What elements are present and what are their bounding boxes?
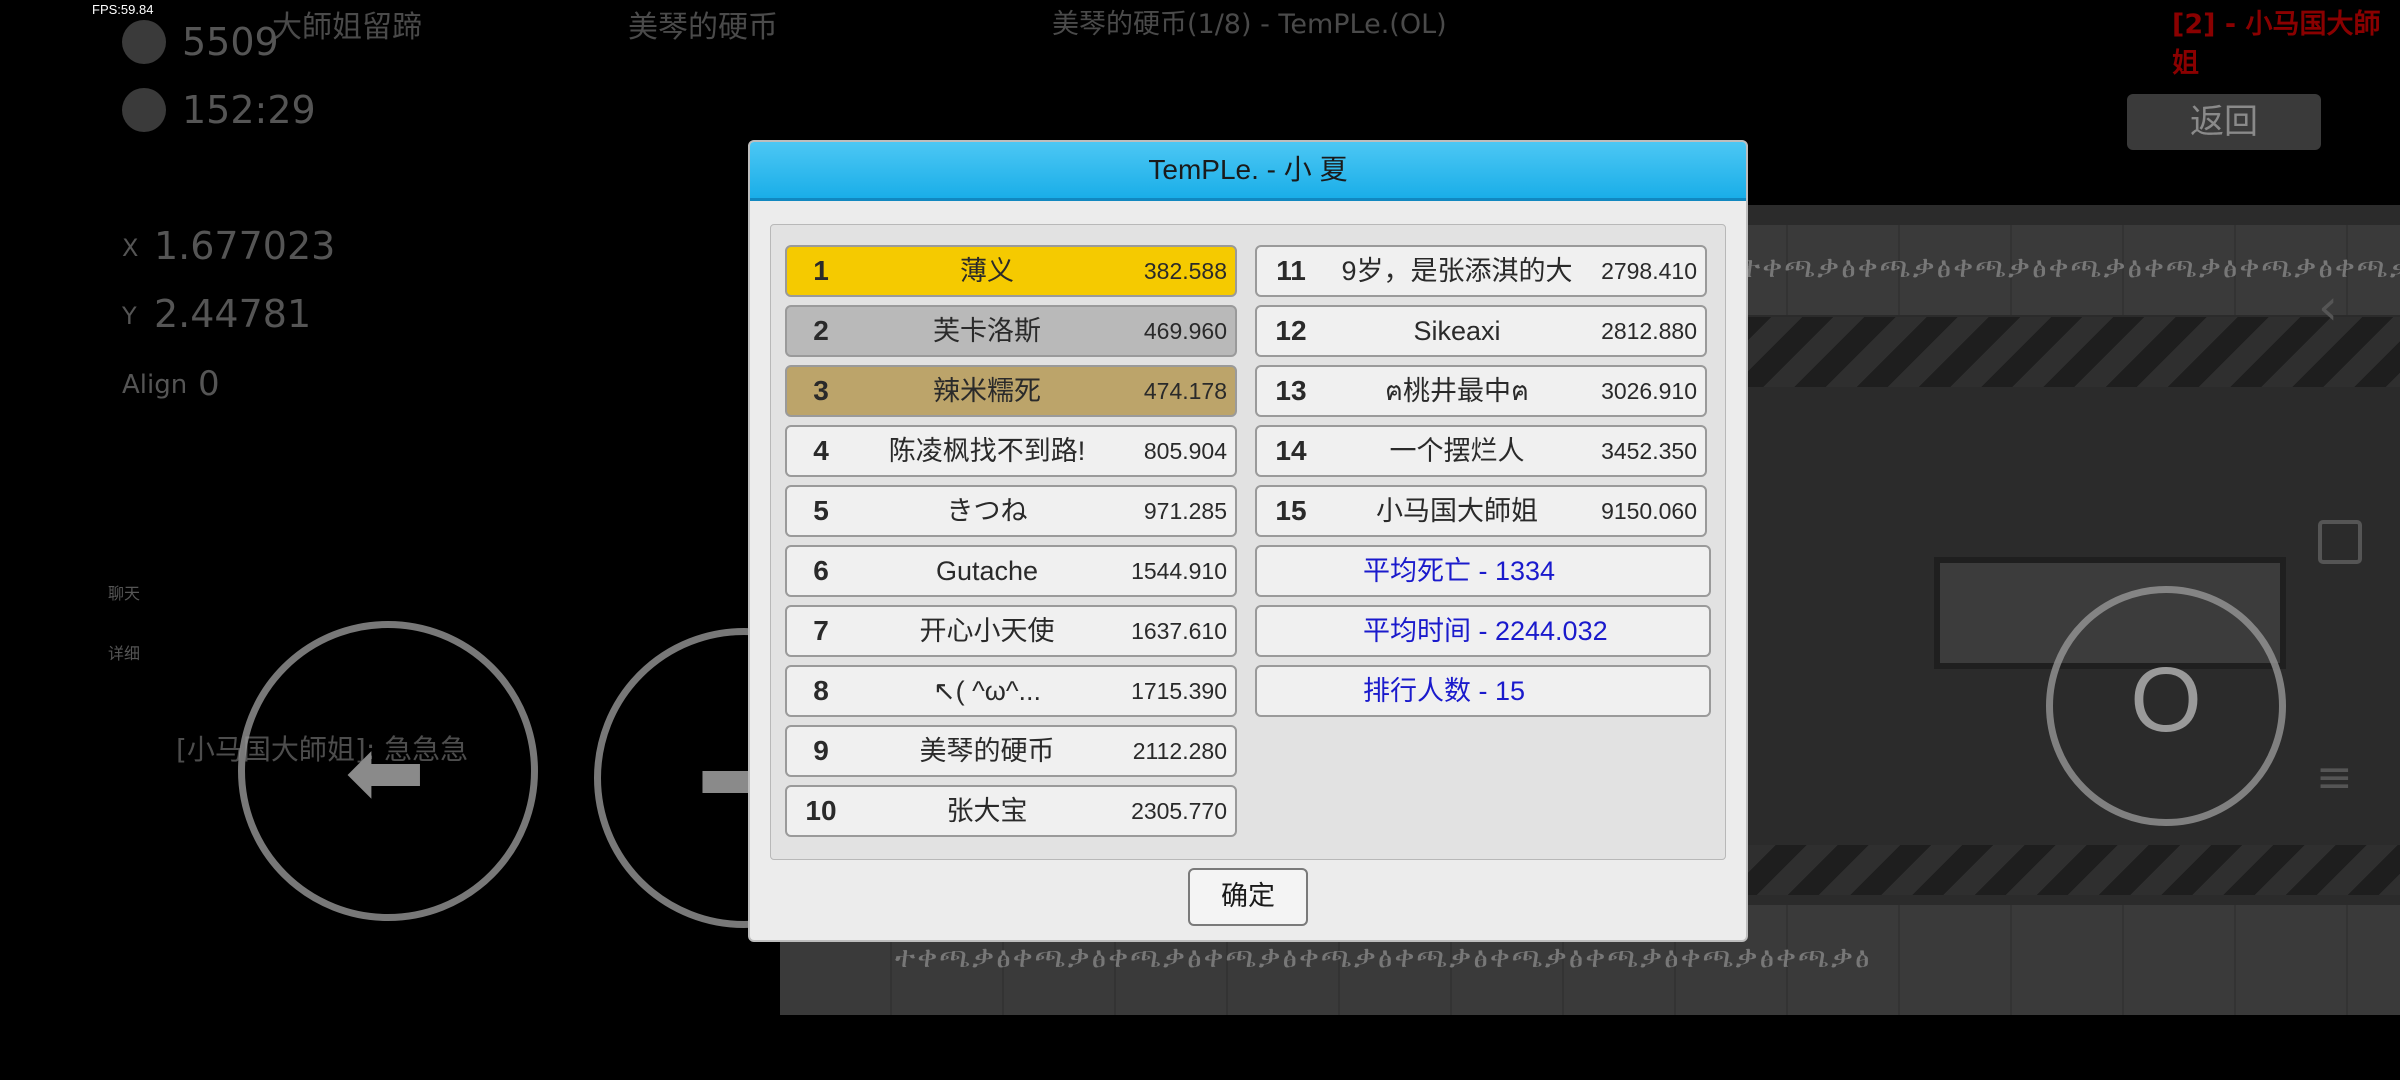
- align-value: 0: [198, 364, 220, 404]
- leaderboard-row: 8 ↖( ^ω^... 1715.390: [785, 665, 1237, 717]
- row-player-name: 开心小天使: [919, 616, 1055, 646]
- stat-item: 平均死亡 - 1334: [1255, 545, 1711, 597]
- row-score: 971.285: [1143, 498, 1227, 524]
- row-rank: 6: [813, 555, 829, 586]
- left-arrow-icon: ⬅: [345, 716, 426, 828]
- row-player-name: 薄义: [960, 256, 1014, 286]
- row-player-name: 小马国大師姐: [1376, 496, 1538, 526]
- row-player-name: 芙卡洛斯: [933, 316, 1041, 346]
- row-player-name: きつね: [946, 496, 1028, 526]
- row-score: 382.588: [1143, 258, 1227, 284]
- row-score: 9150.060: [1601, 498, 1697, 524]
- elapsed-time: 152:29: [182, 88, 316, 132]
- row-score: 474.178: [1143, 378, 1227, 404]
- stat-item: 排行人数 - 15: [1255, 665, 1711, 717]
- leaderboard-dialog: TemPLe. - 小 夏 1 薄义 382.588 2 芙卡洛斯 469.960 3 辣米糯…: [748, 140, 1748, 942]
- row-player-name: Gutache: [935, 556, 1039, 586]
- death-count: 5509: [182, 20, 279, 64]
- ok-button[interactable]: 确定: [1188, 868, 1308, 926]
- level-name: 美琴的硬币: [628, 10, 778, 45]
- leaderboard-row: 5 きつね 971.285: [785, 485, 1237, 537]
- row-rank: 1: [813, 255, 829, 286]
- clock-icon: [122, 88, 166, 132]
- leaderboard-row: 2 芙卡洛斯 469.960: [785, 305, 1237, 357]
- chat-button[interactable]: 聊天: [108, 580, 140, 604]
- row-player-name: Sikeaxi: [1413, 316, 1501, 346]
- row-score: 2305.770: [1131, 798, 1227, 824]
- row-player-name: 9岁，是张添淇的大: [1341, 256, 1573, 286]
- nav-back-icon[interactable]: ‹: [2318, 278, 2338, 336]
- leaderboard-row: 15 小马国大師姐 9150.060: [1255, 485, 1707, 537]
- leaderboard-row: 6 Gutache 1544.910: [785, 545, 1237, 597]
- row-score: 3026.910: [1601, 378, 1697, 404]
- row-player-name: 辣米糯死: [933, 376, 1041, 406]
- row-rank: 2: [813, 315, 829, 346]
- row-score: 1715.390: [1131, 678, 1227, 704]
- row-score: 2812.880: [1601, 318, 1697, 344]
- row-rank: 4: [813, 435, 829, 466]
- leaderboard-row: 13 ฅ桃井最中ฅ 3026.910: [1255, 365, 1707, 417]
- level-progress: 美琴的硬币(1/8) - TemPLe.(OL): [1052, 9, 1447, 40]
- row-score: 2112.280: [1132, 738, 1227, 764]
- jump-button[interactable]: O: [2046, 586, 2286, 826]
- row-player-name: 张大宝: [946, 796, 1028, 826]
- row-rank: 13: [1275, 375, 1307, 406]
- align-label: Align: [122, 370, 188, 400]
- row-player-name: ↖( ^ω^...: [932, 676, 1042, 706]
- row-rank: 3: [813, 375, 829, 406]
- stat-item: 平均时间 - 2244.032: [1255, 605, 1711, 657]
- row-rank: 8: [813, 675, 829, 706]
- leaderboard-row: 10 张大宝 2305.770: [785, 785, 1237, 837]
- leaderboard-row: 3 辣米糯死 474.178: [785, 365, 1237, 417]
- row-rank: 14: [1275, 435, 1307, 466]
- leaderboard-row: 1 薄义 382.588: [785, 245, 1237, 297]
- row-rank: 11: [1276, 255, 1306, 286]
- leaderboard-row: 4 陈凌枫找不到路! 805.904: [785, 425, 1237, 477]
- row-rank: 15: [1275, 495, 1307, 526]
- row-player-name: 美琴的硬币: [919, 736, 1055, 766]
- row-score: 3452.350: [1601, 438, 1697, 464]
- y-coordinate: 2.44781: [154, 292, 312, 336]
- leaderboard-panel: 1 薄义 382.588 2 芙卡洛斯 469.960 3 辣米糯死 474.178 4 陈凌枫找不…: [770, 224, 1726, 860]
- x-coordinate: 1.677023: [154, 224, 336, 268]
- row-score: 1544.910: [1131, 558, 1227, 584]
- row-score: 805.904: [1143, 438, 1227, 464]
- ceiling-spikes: [1740, 317, 2400, 387]
- row-score: 469.960: [1143, 318, 1227, 344]
- row-score: 1637.610: [1131, 618, 1227, 644]
- skull-icon: [122, 20, 166, 64]
- move-left-button[interactable]: ⬅: [238, 621, 538, 921]
- row-player-name: 陈凌枫找不到路!: [888, 436, 1086, 466]
- x-label: X: [122, 234, 139, 262]
- leaderboard-row: 14 一个摆烂人 3452.350: [1255, 425, 1707, 477]
- leaderboard-row: 11 9岁，是张添淇的大 2798.410: [1255, 245, 1707, 297]
- row-player-name: ฅ桃井最中ฅ: [1384, 376, 1530, 406]
- row-rank: 12: [1275, 315, 1307, 346]
- leaderboard-row: 9 美琴的硬币 2112.280: [785, 725, 1237, 777]
- row-rank: 9: [813, 735, 829, 766]
- row-rank: 7: [813, 615, 829, 646]
- jump-label: O: [2130, 649, 2202, 751]
- back-button[interactable]: 返回: [2127, 94, 2321, 150]
- fps-counter: FPS:59.84: [92, 2, 154, 17]
- detail-button[interactable]: 详细: [108, 640, 140, 664]
- nav-menu-icon[interactable]: ≡: [2316, 752, 2353, 803]
- player-tag: [2] - 小马国大師姐: [2172, 9, 2381, 79]
- top-title: 大師姐留蹄: [272, 10, 422, 45]
- row-score: 2798.410: [1601, 258, 1697, 284]
- row-rank: 5: [813, 495, 829, 526]
- leaderboard-row: 12 Sikeaxi 2812.880: [1255, 305, 1707, 357]
- row-rank: 10: [805, 795, 837, 826]
- row-player-name: 一个摆烂人: [1389, 436, 1525, 466]
- dialog-title: TemPLe. - 小 夏: [750, 142, 1746, 201]
- leaderboard-row: 7 开心小天使 1637.610: [785, 605, 1237, 657]
- nav-home-icon[interactable]: [2318, 520, 2362, 564]
- y-label: Y: [122, 302, 137, 330]
- ceiling-glyph-strip: ተቀጫቃፅቀጫቃፅቀጫቃፅቀጫቃፅቀጫቃፅቀጫቃፅቀጫቃፅቀጫቃፅቀጫቃፅቀጫቃ…: [1740, 250, 2400, 285]
- floor-glyph-strip: ተቀጫቃፅቀጫቃፅቀጫቃፅቀጫቃፅቀጫቃፅቀጫቃፅቀጫቃፅቀጫቃፅቀጫቃፅቀጫቃ…: [895, 940, 1872, 975]
